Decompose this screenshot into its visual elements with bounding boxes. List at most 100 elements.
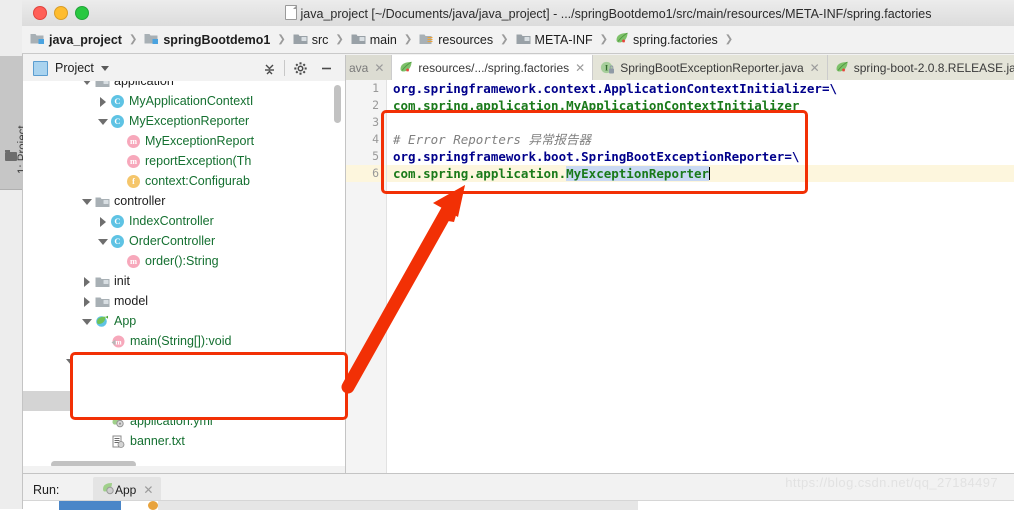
hide-panel-icon[interactable] bbox=[313, 55, 339, 81]
tree-row[interactable]: C IndexController bbox=[23, 211, 345, 231]
editor-tab[interactable]: ava ✕ bbox=[346, 55, 393, 80]
code-token: # Error Reporters 异常报告器 bbox=[393, 132, 591, 147]
tree-row[interactable]: resources bbox=[23, 351, 345, 371]
breadcrumb-separator: ❯ bbox=[277, 34, 286, 45]
project-tree[interactable]: application C MyApplicationContextI C MyExce… bbox=[23, 81, 345, 449]
breadcrumb-item-src[interactable]: src bbox=[293, 32, 328, 48]
code-line[interactable] bbox=[387, 114, 1014, 131]
method-badge-icon: m bbox=[127, 154, 140, 168]
breadcrumb-separator: ❯ bbox=[724, 34, 734, 45]
breadcrumb-item-label: main bbox=[369, 32, 397, 47]
text-caret bbox=[709, 167, 711, 180]
project-panel-toolbar bbox=[256, 55, 339, 81]
tree-row[interactable]: m MyExceptionReport bbox=[23, 131, 345, 151]
close-icon[interactable]: ✕ bbox=[810, 61, 820, 75]
twisty-expanded-icon[interactable] bbox=[81, 81, 92, 87]
editor-tab[interactable]: spring-boot-2.0.8.RELEASE.jar!/..✕ bbox=[827, 55, 1014, 80]
twisty-expanded-icon[interactable] bbox=[97, 116, 108, 127]
tree-row[interactable]: controller bbox=[23, 191, 345, 211]
method-badge-icon: m bbox=[127, 254, 140, 268]
tree-row[interactable]: App bbox=[23, 311, 345, 331]
twisty-collapsed-icon[interactable] bbox=[97, 216, 108, 227]
tree-row-label: init bbox=[114, 274, 130, 288]
code-line[interactable]: com.spring.application.MyExceptionReport… bbox=[387, 165, 1014, 182]
folder-icon bbox=[5, 150, 17, 161]
method-badge-icon: m bbox=[127, 134, 140, 148]
breadcrumb-item-java-project[interactable]: java_project bbox=[30, 32, 122, 48]
left-tool-strip: 1: Project bbox=[0, 0, 29, 509]
chevron-down-icon[interactable] bbox=[100, 65, 109, 71]
editor-tab-bar: ava ✕ resources/.../spring.factories ✕ I Spri… bbox=[346, 55, 1014, 81]
tree-row[interactable]: C MyApplicationContextI bbox=[23, 91, 345, 111]
breadcrumb-item-main[interactable]: main bbox=[351, 32, 397, 48]
twisty-collapsed-icon[interactable] bbox=[81, 276, 92, 287]
breadcrumb-item-meta-inf[interactable]: META-INF bbox=[516, 32, 593, 48]
tree-row[interactable]: application.yml bbox=[23, 411, 345, 431]
tree-row-label: order():String bbox=[145, 254, 219, 268]
tree-row[interactable]: m main(String[]):void bbox=[23, 331, 345, 351]
editor-tab-label: resources/.../spring.factories bbox=[418, 60, 570, 75]
twisty-expanded-icon[interactable] bbox=[81, 316, 92, 327]
breadcrumb-item-springbootdemo1[interactable]: springBootdemo1 bbox=[144, 32, 270, 48]
code-line[interactable]: org.springframework.boot.SpringBootExcep… bbox=[387, 148, 1014, 165]
tree-row[interactable]: f context:Configurab bbox=[23, 171, 345, 191]
tree-row-label: context:Configurab bbox=[145, 174, 250, 188]
tree-row-label: main(String[]):void bbox=[130, 334, 232, 348]
tree-row[interactable]: C MyExceptionReporter bbox=[23, 111, 345, 131]
tree-row[interactable]: init bbox=[23, 271, 345, 291]
tree-row[interactable]: spring.factories bbox=[23, 391, 345, 411]
spring-yml-icon bbox=[111, 415, 126, 428]
twisty-expanded-icon[interactable] bbox=[65, 356, 76, 367]
twisty-collapsed-icon[interactable] bbox=[97, 96, 108, 107]
editor-tab[interactable]: I SpringBootExceptionReporter.java ✕ bbox=[593, 55, 828, 80]
breadcrumb: java_project ❯ springBootdemo1 ❯ src ❯ main ❯ re… bbox=[22, 26, 1014, 54]
code-line[interactable]: org.springframework.context.ApplicationC… bbox=[387, 80, 1014, 97]
breadcrumb-separator: ❯ bbox=[128, 34, 138, 45]
twisty-expanded-icon[interactable] bbox=[81, 196, 92, 207]
close-icon[interactable]: ✕ bbox=[143, 483, 153, 497]
tree-row[interactable]: m order():String bbox=[23, 251, 345, 271]
run-tab-app[interactable]: App ✕ bbox=[93, 477, 162, 502]
tree-vertical-scrollbar[interactable] bbox=[334, 85, 341, 123]
breadcrumb-item-resources[interactable]: resources bbox=[419, 32, 493, 48]
editor-tab[interactable]: resources/.../spring.factories ✕ bbox=[392, 55, 594, 80]
line-number: 5 bbox=[372, 149, 379, 163]
breadcrumb-separator: ❯ bbox=[599, 34, 609, 45]
spring-class-icon bbox=[95, 315, 110, 328]
tree-row[interactable]: META-INF bbox=[23, 371, 345, 391]
editor-code-area[interactable]: org.springframework.context.ApplicationC… bbox=[387, 80, 1014, 473]
code-line[interactable]: com.spring.application.MyApplicationCont… bbox=[387, 97, 1014, 114]
line-number: 4 bbox=[372, 132, 379, 146]
code-line[interactable]: # Error Reporters 异常报告器 bbox=[387, 131, 1014, 148]
tree-row[interactable]: m reportException(Th bbox=[23, 151, 345, 171]
breadcrumb-item-label: springBootdemo1 bbox=[163, 32, 271, 47]
tree-row[interactable]: model bbox=[23, 291, 345, 311]
editor-tab-label: SpringBootExceptionReporter.java bbox=[620, 60, 804, 75]
editor-gutter: 1 2 3 4 5 6 bbox=[346, 80, 387, 473]
tree-row-label: OrderController bbox=[129, 234, 216, 248]
breadcrumb-item-label: resources bbox=[438, 32, 494, 47]
settings-gear-icon[interactable] bbox=[287, 55, 313, 81]
svg-text:m: m bbox=[115, 337, 122, 346]
tree-row[interactable]: C OrderController bbox=[23, 231, 345, 251]
close-icon[interactable]: ✕ bbox=[575, 61, 585, 75]
tree-row-label: application bbox=[114, 81, 174, 88]
sidebar-tab-project[interactable]: 1: Project bbox=[0, 56, 29, 190]
close-icon[interactable]: ✕ bbox=[374, 61, 384, 75]
twisty-expanded-icon[interactable] bbox=[97, 236, 108, 247]
editor-tab-label: ava bbox=[349, 60, 369, 75]
collapse-all-icon[interactable] bbox=[256, 55, 282, 81]
resources-folder-icon bbox=[79, 355, 94, 368]
tree-row[interactable]: banner.txt bbox=[23, 431, 345, 449]
twisty-expanded-icon[interactable] bbox=[81, 376, 92, 387]
folder-icon bbox=[516, 32, 531, 48]
text-file-icon bbox=[111, 435, 126, 448]
run-tab-label: App bbox=[115, 482, 137, 497]
interface-locked-icon: I bbox=[600, 61, 615, 75]
breadcrumb-item-spring-factories[interactable]: spring.factories bbox=[615, 32, 718, 48]
twisty-collapsed-icon[interactable] bbox=[81, 296, 92, 307]
breadcrumb-separator: ❯ bbox=[500, 34, 509, 45]
tree-row[interactable]: application bbox=[23, 81, 345, 91]
